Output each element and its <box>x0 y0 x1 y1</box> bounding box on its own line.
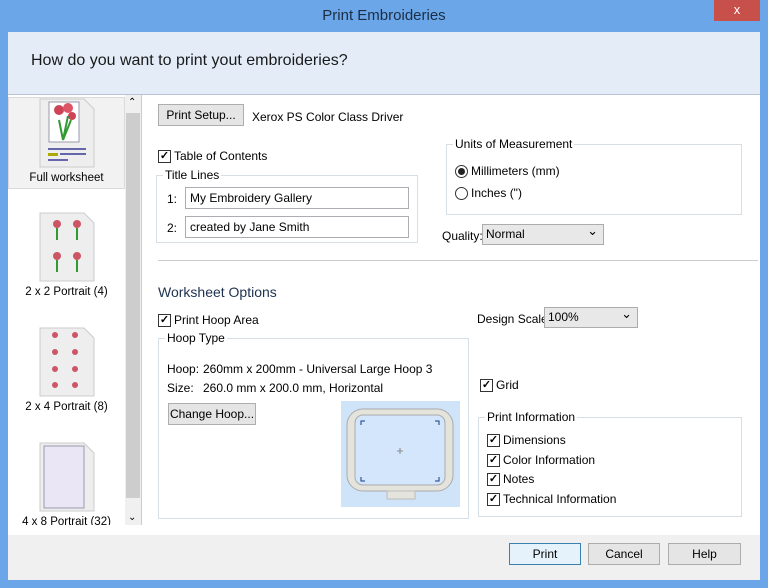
quality-select[interactable]: Normal <box>482 223 604 245</box>
scroll-up-icon[interactable]: ⌃ <box>128 97 136 108</box>
layout-label: 2 x 4 Portrait (8) <box>25 401 108 413</box>
title-bar: Print Embroideries <box>0 0 768 32</box>
question-heading: How do you want to print yout embroideri… <box>31 52 348 69</box>
help-button[interactable]: Help <box>668 543 741 565</box>
size-value: 260.0 mm x 200.0 mm, Horizontal <box>203 381 384 395</box>
millimeters-radio[interactable]: Millimeters (mm) <box>455 164 560 178</box>
units-group: Units of Measurement Millimeters (mm) In… <box>446 137 742 215</box>
inches-radio[interactable]: Inches (") <box>455 186 522 200</box>
header: How do you want to print yout embroideri… <box>8 32 760 95</box>
print-information-group: Print Information ✓ Dimensions ✓ Color Inf… <box>478 410 742 517</box>
options-panel: Print Setup... Xerox PS Color Class Driv… <box>150 95 760 525</box>
title-line-2-input[interactable]: created by Jane Smith <box>185 216 409 238</box>
printer-driver: Xerox PS Color Class Driver <box>252 110 404 124</box>
layout-2x4[interactable]: 2 x 4 Portrait (8) <box>8 327 125 413</box>
content: Full worksheet 2 x 2 Portrait (4) 2 x 4 … <box>8 95 760 535</box>
divider <box>158 260 758 261</box>
hoop-preview-icon <box>341 401 460 507</box>
worksheet-options-heading: Worksheet Options <box>158 284 277 300</box>
print-hoop-area-checkbox[interactable]: ✓ Print Hoop Area <box>158 313 259 327</box>
scroll-down-icon[interactable]: ⌄ <box>128 512 136 523</box>
title-lines-group: Title Lines 1: My Embroidery Gallery 2: … <box>156 168 418 243</box>
layout-list: Full worksheet 2 x 2 Portrait (4) 2 x 4 … <box>8 95 142 525</box>
title-line-1-input[interactable]: My Embroidery Gallery <box>185 187 409 209</box>
4x8-thumbnail-icon <box>39 442 94 512</box>
color-information-checkbox[interactable]: ✓ Color Information <box>487 453 595 467</box>
grid-checkbox[interactable]: ✓ Grid <box>480 378 519 392</box>
window-title: Print Embroideries <box>322 7 446 24</box>
technical-information-checkbox[interactable]: ✓ Technical Information <box>487 492 616 506</box>
footer: Print Cancel Help <box>8 535 760 580</box>
cancel-button[interactable]: Cancel <box>588 543 660 565</box>
table-of-contents-checkbox[interactable]: ✓ Table of Contents <box>158 149 267 163</box>
layout-label: 2 x 2 Portrait (4) <box>25 286 108 298</box>
layout-label: 4 x 8 Portrait (32) <box>22 516 111 525</box>
change-hoop-button[interactable]: Change Hoop... <box>168 403 256 425</box>
2x4-thumbnail-icon <box>39 327 94 397</box>
close-button[interactable]: x <box>714 0 760 21</box>
2x2-thumbnail-icon <box>39 212 94 282</box>
layout-label: Full worksheet <box>29 172 104 184</box>
scrollbar-thumb[interactable] <box>126 113 140 498</box>
layout-4x8[interactable]: 4 x 8 Portrait (32) <box>8 442 125 525</box>
print-button[interactable]: Print <box>509 543 581 565</box>
layout-2x2[interactable]: 2 x 2 Portrait (4) <box>8 212 125 298</box>
dimensions-checkbox[interactable]: ✓ Dimensions <box>487 433 566 447</box>
print-setup-button[interactable]: Print Setup... <box>158 104 244 126</box>
full-worksheet-thumbnail-icon <box>39 98 94 168</box>
layout-full-worksheet[interactable]: Full worksheet <box>8 97 125 189</box>
design-scale-select[interactable]: 100% <box>544 306 638 328</box>
hoop-value: 260mm x 200mm - Universal Large Hoop 3 <box>203 362 433 376</box>
hoop-type-group: Hoop Type Hoop: 260mm x 200mm - Universa… <box>158 331 469 519</box>
notes-checkbox[interactable]: ✓ Notes <box>487 472 534 486</box>
